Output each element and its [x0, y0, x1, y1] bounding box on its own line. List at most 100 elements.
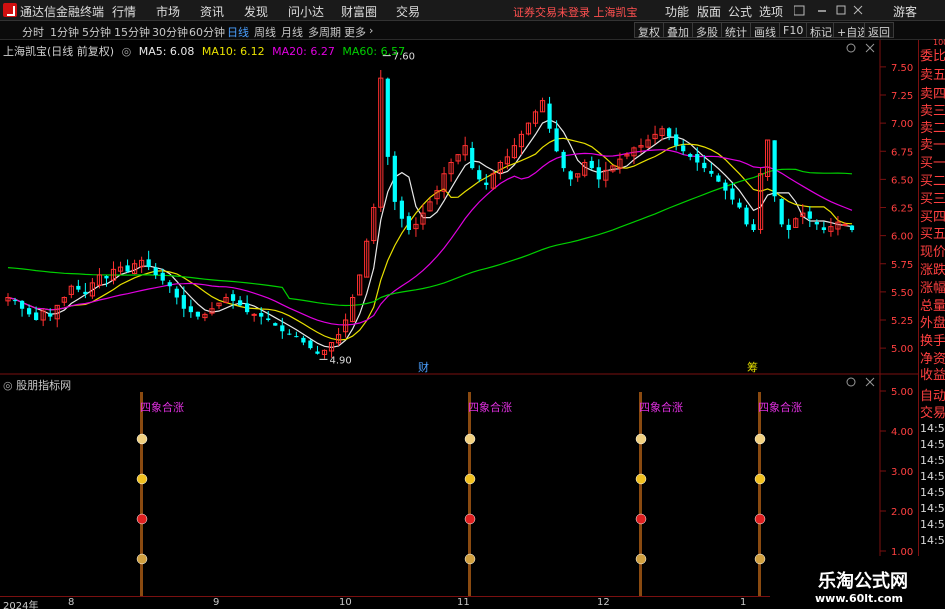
candle[interactable] — [357, 274, 363, 296]
button-huaxian[interactable]: 画线 — [750, 22, 780, 39]
candle[interactable] — [245, 295, 250, 315]
chart-settings-icon[interactable] — [846, 43, 856, 53]
maximize-icon[interactable] — [836, 5, 846, 15]
candle[interactable] — [146, 250, 151, 271]
candle[interactable] — [287, 329, 292, 336]
candle[interactable] — [308, 339, 313, 350]
candle[interactable] — [828, 218, 834, 237]
menu-zixun[interactable]: 资讯 — [200, 3, 224, 20]
candle[interactable] — [321, 349, 328, 359]
menu-gongshi[interactable]: 公式 — [728, 3, 752, 20]
candle[interactable] — [575, 173, 581, 182]
menu-hangqing[interactable]: 行情 — [112, 3, 136, 20]
panel-trade[interactable]: 交易 — [920, 402, 945, 421]
period-15min[interactable]: 15分钟 — [114, 24, 150, 40]
candle[interactable] — [730, 182, 735, 205]
marker-cai[interactable]: 财 — [418, 359, 429, 375]
button-duogu[interactable]: 多股 — [692, 22, 722, 39]
menu-banmian[interactable]: 版面 — [697, 3, 721, 20]
period-60min[interactable]: 60分钟 — [189, 24, 225, 40]
candle[interactable] — [406, 212, 412, 235]
candle[interactable] — [652, 125, 658, 145]
candle[interactable] — [385, 77, 390, 165]
candle[interactable] — [174, 286, 179, 305]
candle[interactable] — [849, 225, 855, 233]
button-diejia[interactable]: 叠加 — [663, 22, 693, 39]
candle[interactable] — [455, 154, 461, 165]
button-back[interactable]: 返回 — [864, 22, 894, 39]
candle[interactable] — [364, 238, 370, 278]
candle[interactable] — [294, 331, 299, 338]
candle[interactable] — [793, 217, 799, 228]
menu-wenxiaoda[interactable]: 问小达 — [288, 3, 324, 20]
candle[interactable] — [532, 109, 539, 127]
period-monthly[interactable]: 月线 — [281, 24, 303, 40]
menu-shichang[interactable]: 市场 — [156, 3, 180, 20]
period-daily[interactable]: 日线 — [227, 24, 249, 40]
candle[interactable] — [96, 268, 103, 289]
candle[interactable] — [547, 96, 552, 133]
candle[interactable] — [603, 161, 609, 188]
candle[interactable] — [737, 198, 742, 209]
sub-settings-icon[interactable] — [846, 377, 856, 387]
candle[interactable] — [821, 221, 826, 234]
candle[interactable] — [681, 139, 686, 155]
signal-column[interactable]: 四象合涨 — [635, 392, 683, 596]
candle[interactable] — [335, 327, 342, 346]
candle[interactable] — [61, 296, 67, 307]
candle[interactable] — [104, 275, 109, 287]
candle[interactable] — [511, 138, 518, 160]
candle[interactable] — [350, 294, 356, 323]
candle[interactable] — [392, 151, 397, 211]
candle[interactable] — [674, 127, 679, 151]
candle[interactable] — [462, 136, 468, 161]
signal-column[interactable]: 四象合涨 — [136, 392, 184, 596]
candle[interactable] — [477, 165, 482, 183]
candle[interactable] — [89, 277, 96, 299]
candle[interactable] — [539, 97, 546, 113]
candle[interactable] — [54, 304, 60, 328]
candle[interactable] — [117, 261, 124, 275]
kline-chart[interactable]: 5.00 5.25 5.50 5.75 6.00 6.25 6.50 6.75 7.00 7.25… — [0, 40, 918, 596]
candle[interactable] — [448, 158, 454, 182]
candle[interactable] — [518, 130, 525, 155]
candle[interactable] — [427, 197, 433, 212]
button-f10[interactable]: F10 — [779, 22, 808, 38]
marker-chou[interactable]: 筹 — [747, 359, 758, 375]
menu-faxian[interactable]: 发现 — [244, 3, 268, 20]
period-1min[interactable]: 1分钟 — [50, 24, 79, 40]
candle[interactable] — [757, 167, 764, 234]
candle[interactable] — [68, 284, 74, 299]
menu-jiaoyi[interactable]: 交易 — [396, 3, 420, 20]
candle[interactable] — [167, 280, 172, 293]
candle[interactable] — [195, 311, 201, 320]
candle[interactable] — [378, 69, 384, 212]
button-biaoji[interactable]: 标记 — [806, 22, 836, 39]
candle[interactable] — [751, 219, 756, 232]
candle[interactable] — [596, 159, 601, 188]
candle[interactable] — [470, 141, 475, 170]
candle[interactable] — [125, 259, 130, 273]
period-weekly[interactable]: 周线 — [254, 24, 276, 40]
period-5min[interactable]: 5分钟 — [82, 24, 111, 40]
candle[interactable] — [209, 302, 215, 316]
sub-settings-toggle-icon[interactable]: ◎ — [3, 379, 13, 392]
candle[interactable] — [40, 308, 46, 327]
monitor-icon[interactable] — [794, 5, 805, 16]
period-30min[interactable]: 30分钟 — [152, 24, 188, 40]
chevron-right-icon[interactable]: › — [369, 24, 373, 37]
candle[interactable] — [645, 134, 651, 149]
candle[interactable] — [399, 196, 404, 228]
candle[interactable] — [709, 162, 714, 177]
candle[interactable] — [764, 139, 771, 181]
candle[interactable] — [561, 149, 566, 172]
menu-gongneng[interactable]: 功能 — [665, 3, 689, 20]
button-tongji[interactable]: 统计 — [721, 22, 751, 39]
period-multi[interactable]: 多周期 — [308, 24, 341, 40]
candle[interactable] — [568, 170, 573, 186]
candle[interactable] — [273, 322, 278, 326]
candle[interactable] — [76, 279, 81, 293]
candle[interactable] — [139, 256, 145, 273]
candle[interactable] — [202, 312, 208, 322]
candle[interactable] — [131, 259, 138, 275]
